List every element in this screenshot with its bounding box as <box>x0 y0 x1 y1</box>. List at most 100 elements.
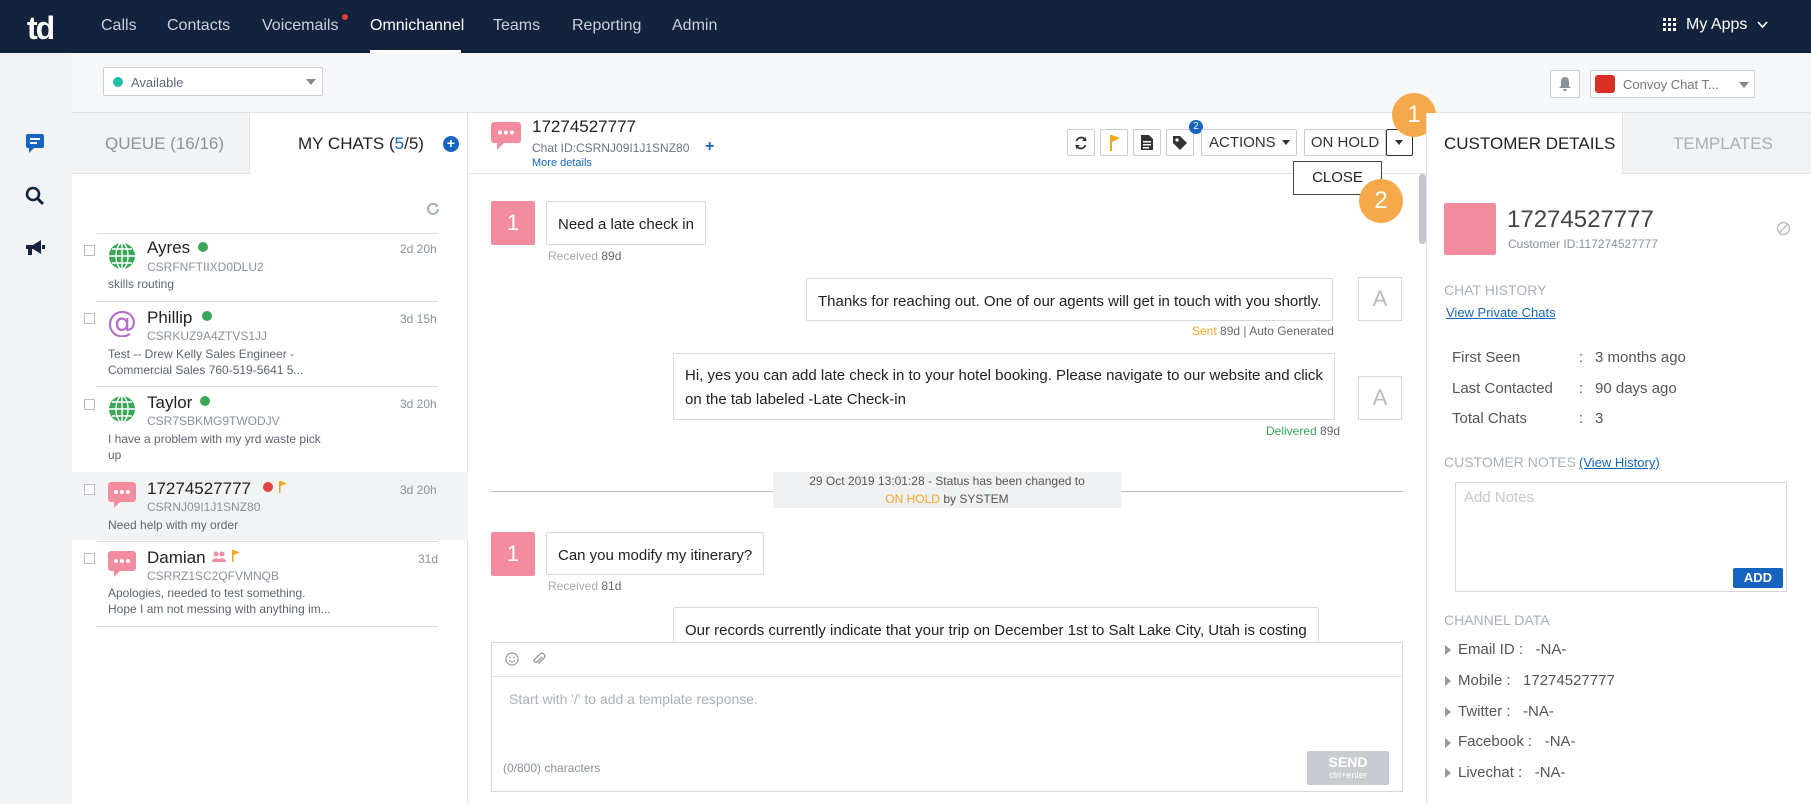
chat-preview-line1: I have a problem with my yrd waste pick <box>108 432 321 446</box>
send-button[interactable]: SEND ctrl+enter <box>1307 751 1389 785</box>
chat-id: CSR7SBKMG9TWODJV <box>147 414 280 428</box>
message-bubble: Need a late check in <box>546 201 706 245</box>
agent-avatar-tile: A <box>1358 277 1402 321</box>
tab-queue-label: QUEUE (16/16) <box>105 134 225 153</box>
refresh-icon[interactable] <box>425 201 441 217</box>
nav-reporting[interactable]: Reporting <box>572 17 641 35</box>
tab-templates[interactable]: TEMPLATES <box>1623 113 1811 174</box>
nav-voicemails[interactable]: Voicemails <box>262 17 338 35</box>
tab-my-chats[interactable]: MY CHATS (5/5) <box>250 113 468 174</box>
chat-preview-line2: Hope I am not messing with anything im..… <box>108 602 331 616</box>
chat-row-phillip[interactable]: @ Phillip CSRKUZ9A4ZTVS1JJ Test -- Drew … <box>72 302 468 386</box>
new-chat-plus-icon[interactable]: + <box>443 136 459 152</box>
chat-row-17274527777[interactable]: 17274527777 CSRNJ09I1J1SNZ80 Need help w… <box>72 472 468 540</box>
add-plus-icon[interactable]: + <box>705 138 714 156</box>
thread-scrollbar[interactable] <box>1419 174 1426 244</box>
paperclip-icon[interactable] <box>532 651 546 667</box>
sms-chat-icon <box>108 551 136 577</box>
notes-placeholder: Add Notes <box>1464 489 1535 506</box>
separator: : <box>1579 410 1584 427</box>
transcript-button[interactable] <box>1133 129 1161 156</box>
chat-age: 3d 20h <box>400 397 437 411</box>
sms-chat-icon <box>108 482 136 508</box>
bell-icon <box>1559 77 1571 91</box>
on-hold-button[interactable]: ON HOLD <box>1304 129 1386 156</box>
expand-icon[interactable] <box>1445 645 1451 655</box>
chat-preview: Need help with my order <box>108 518 239 532</box>
chat-age: 3d 20h <box>400 483 437 497</box>
composer-input[interactable]: Start with '/' to add a template respons… <box>509 691 758 707</box>
tab-customer-details[interactable]: CUSTOMER DETAILS <box>1426 113 1623 174</box>
chat-row-ayres[interactable]: Ayres CSRFNFTIIXD0DLU2 skills routing 2d… <box>72 234 468 300</box>
chevron-down-icon <box>1282 140 1290 145</box>
total-chats-label: Total Chats <box>1452 410 1528 427</box>
expand-icon[interactable] <box>1445 676 1451 686</box>
refresh-button[interactable] <box>1067 129 1095 156</box>
conversation-chat-id: Chat ID:CSRNJ09I1J1SNZ80 <box>532 141 690 155</box>
chat-checkbox[interactable] <box>84 553 95 564</box>
my-apps-menu[interactable]: My Apps <box>1686 16 1747 34</box>
convoy-logo-icon <box>1595 75 1615 93</box>
message-meta: Received 81d <box>548 579 622 593</box>
emoji-icon[interactable] <box>505 652 519 666</box>
separator: : <box>1579 349 1584 366</box>
agent-avatar-tile: A <box>1358 376 1402 420</box>
add-note-button[interactable]: ADD <box>1733 568 1783 588</box>
view-history-link[interactable]: (View History) <box>1579 455 1660 470</box>
expand-icon[interactable] <box>1445 707 1451 717</box>
chat-name: Phillip <box>147 308 193 327</box>
megaphone-icon[interactable] <box>24 237 46 259</box>
tab-queue[interactable]: QUEUE (16/16) <box>72 113 250 174</box>
tab-my-chats-label: MY CHATS (5/5) <box>298 134 424 153</box>
flag-icon <box>279 481 287 493</box>
notifications-button[interactable] <box>1550 70 1580 98</box>
tag-icon <box>1173 136 1187 150</box>
sms-chat-icon <box>491 122 521 150</box>
chat-checkbox[interactable] <box>84 245 95 256</box>
chat-history-title: CHAT HISTORY <box>1444 282 1547 298</box>
more-details-link[interactable]: More details <box>532 157 592 169</box>
block-icon[interactable] <box>1776 221 1791 236</box>
tab-customer-details-label: CUSTOMER DETAILS <box>1444 134 1616 153</box>
chat-checkbox[interactable] <box>84 484 95 495</box>
chat-checkbox[interactable] <box>84 399 95 410</box>
flag-icon <box>1110 135 1120 151</box>
online-status-dot <box>198 242 208 252</box>
flag-button[interactable] <box>1100 129 1128 156</box>
channel-select[interactable]: Convoy Chat T... <box>1590 70 1755 98</box>
view-private-chats-link[interactable]: View Private Chats <box>1446 305 1556 320</box>
chevron-down-icon <box>1395 140 1403 145</box>
chat-checkbox[interactable] <box>84 313 95 324</box>
message-bubble: Can you modify my itinerary? <box>546 532 765 575</box>
availability-select[interactable]: Available <box>103 67 323 96</box>
first-seen-value: 3 months ago <box>1595 349 1686 366</box>
at-icon: @ <box>107 307 136 337</box>
chat-id: CSRNJ09I1J1SNZ80 <box>147 500 261 514</box>
message-meta: Received 89d <box>548 249 622 263</box>
channel-facebook: Facebook : -NA- <box>1458 733 1576 750</box>
nav-omnichannel[interactable]: Omnichannel <box>370 17 464 35</box>
nav-admin[interactable]: Admin <box>672 17 717 35</box>
actions-dropdown[interactable]: ACTIONS <box>1201 129 1297 156</box>
message-bubble: Our records currently indicate that your… <box>673 607 1319 642</box>
tag-button[interactable] <box>1166 129 1194 156</box>
nav-calls[interactable]: Calls <box>101 17 137 35</box>
chat-icon[interactable] <box>24 132 46 154</box>
expand-icon[interactable] <box>1445 738 1451 748</box>
online-status-dot <box>202 311 212 321</box>
expand-icon[interactable] <box>1445 768 1451 778</box>
customer-notes-title: CUSTOMER NOTES <box>1444 454 1576 470</box>
conversation-phone: 17274527777 <box>532 117 637 136</box>
globe-icon <box>109 242 135 270</box>
apps-grid-icon[interactable] <box>1663 18 1677 32</box>
chat-id: CSRKUZ9A4ZTVS1JJ <box>147 329 268 343</box>
chat-row-damian[interactable]: Damian CSRRZ1SC2QFVMNQB Apologies, neede… <box>72 542 468 626</box>
on-hold-label: ON HOLD <box>1310 134 1380 151</box>
search-icon[interactable] <box>24 185 46 207</box>
nav-contacts[interactable]: Contacts <box>167 17 230 35</box>
chat-row-taylor[interactable]: Taylor CSR7SBKMG9TWODJV I have a problem… <box>72 387 468 471</box>
chevron-down-icon[interactable] <box>1757 21 1768 29</box>
channel-twitter: Twitter : -NA- <box>1458 703 1554 720</box>
nav-teams[interactable]: Teams <box>493 17 540 35</box>
td-logo[interactable]: td <box>27 10 55 47</box>
